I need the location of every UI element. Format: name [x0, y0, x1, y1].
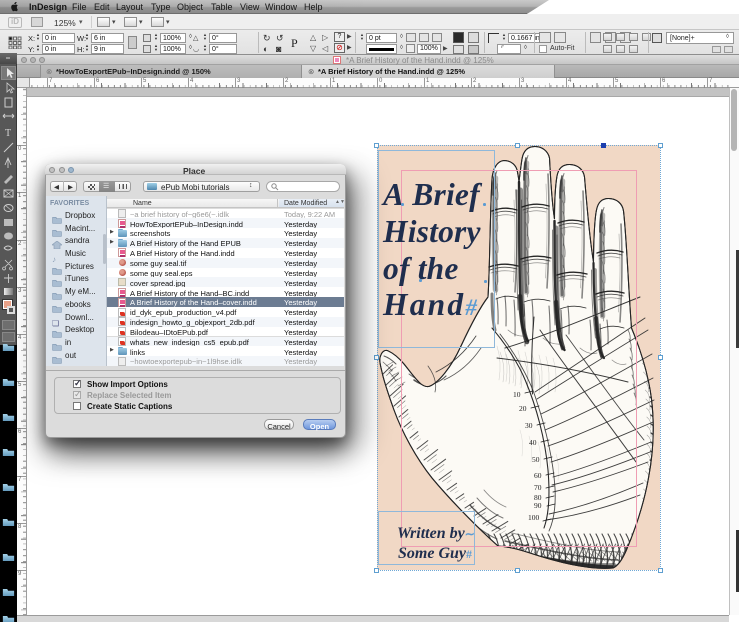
- svg-text:T: T: [5, 128, 11, 139]
